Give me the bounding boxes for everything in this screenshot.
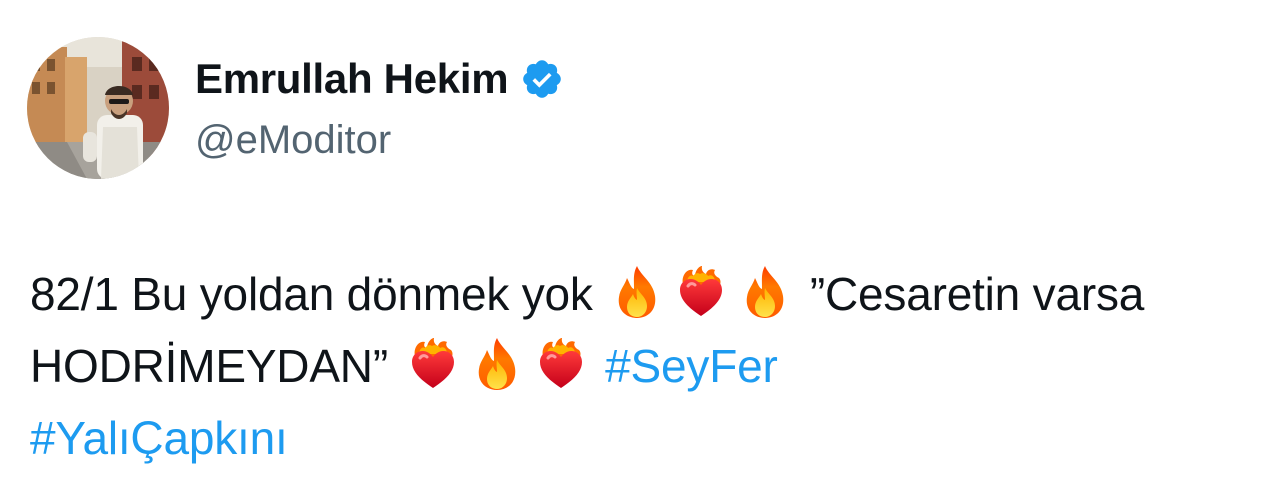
tweet-text-part1: 82/1 Bu yoldan dönmek yok [30, 268, 593, 320]
verified-badge-icon [520, 57, 564, 101]
tweet-text: 82/1 Bu yoldan dönmek yok ”Cesaretin var… [30, 258, 1260, 474]
heart-on-fire-emoji-icon [407, 336, 459, 392]
display-name[interactable]: Emrullah Hekim [195, 55, 509, 103]
hashtag-link[interactable]: #YalıÇapkını [30, 412, 288, 464]
heart-on-fire-emoji-icon [535, 336, 587, 392]
fire-emoji-icon [471, 336, 523, 392]
fire-emoji-icon [739, 264, 791, 320]
tweet-card: Emrullah Hekim @eModitor 82/1 Bu yoldan … [0, 0, 1284, 488]
avatar[interactable] [27, 37, 169, 179]
author-name-row[interactable]: Emrullah Hekim [195, 52, 564, 106]
fire-emoji-icon [611, 264, 663, 320]
user-handle[interactable]: @eModitor [195, 118, 391, 163]
heart-on-fire-emoji-icon [675, 264, 727, 320]
hashtag-link[interactable]: #SeyFer [605, 340, 778, 392]
